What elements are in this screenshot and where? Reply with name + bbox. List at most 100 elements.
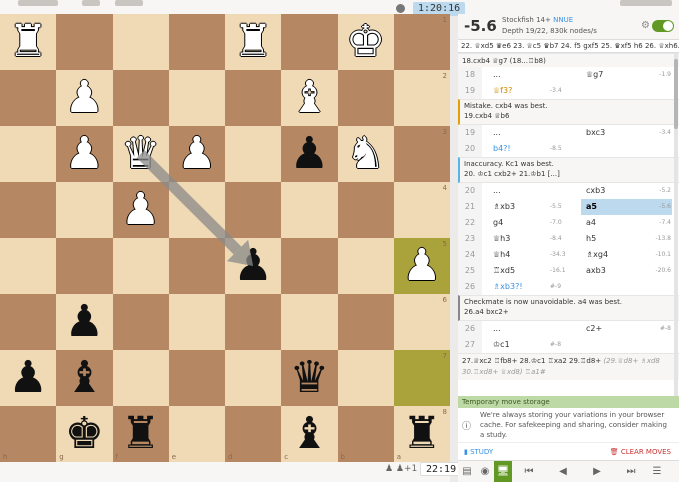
square-a3[interactable]: 3 [393, 126, 450, 182]
square-h8[interactable]: h [0, 406, 57, 462]
black-bishop[interactable]: ♝ [56, 350, 112, 406]
square-a4[interactable]: 4 [393, 182, 450, 238]
square-a1[interactable]: 1 [393, 14, 450, 70]
square-f6[interactable] [112, 294, 169, 350]
square-e5[interactable] [168, 238, 225, 294]
comment-line[interactable]: 19.cxb4 ♕b6 [464, 112, 675, 120]
square-b8[interactable]: b [337, 406, 394, 462]
white-move[interactable]: ♖xd5 [493, 263, 515, 279]
white-move[interactable]: ... [493, 67, 501, 83]
square-h5[interactable] [0, 238, 57, 294]
white-pawn[interactable]: ♟ [169, 126, 225, 182]
square-h2[interactable] [0, 70, 57, 126]
white-king[interactable]: ♚ [338, 14, 394, 70]
white-move[interactable]: ... [493, 125, 501, 141]
square-b2[interactable] [337, 70, 394, 126]
square-h4[interactable] [0, 182, 57, 238]
square-e7[interactable] [168, 350, 225, 406]
gear-icon[interactable]: ⚙ [641, 20, 650, 31]
black-king[interactable]: ♚ [56, 406, 112, 462]
black-queen[interactable]: ♛ [281, 350, 337, 406]
square-d4[interactable] [225, 182, 282, 238]
square-g4[interactable] [56, 182, 113, 238]
clear-moves-button[interactable]: 🗑 CLEAR MOVES [610, 443, 671, 461]
black-pawn[interactable]: ♟ [0, 350, 56, 406]
black-move[interactable]: c2+ [586, 321, 602, 337]
square-f5[interactable] [112, 238, 169, 294]
square-f1[interactable] [112, 14, 169, 70]
black-move[interactable]: ♕g7 [586, 67, 603, 83]
square-e2[interactable] [168, 70, 225, 126]
white-move[interactable]: ♕f3? [493, 83, 512, 99]
end-variation[interactable]: 27.♕xc2 ♖fb8+ 28.♔c1 ♖xa2 29.♖d8+ (29.♕d… [458, 353, 679, 380]
white-rook[interactable]: ♜ [0, 14, 56, 70]
square-b5[interactable] [337, 238, 394, 294]
square-g5[interactable] [56, 238, 113, 294]
computer-icon[interactable]: 🖥 [494, 460, 512, 482]
white-move[interactable]: ♕h3 [493, 231, 510, 247]
square-c5[interactable] [281, 238, 338, 294]
black-bishop[interactable]: ♝ [281, 406, 337, 462]
hamburger-icon[interactable]: ☰ [648, 461, 666, 482]
black-move[interactable]: h5 [586, 231, 596, 247]
black-move[interactable]: a4 [586, 215, 596, 231]
square-f2[interactable] [112, 70, 169, 126]
square-b7[interactable] [337, 350, 394, 406]
next-move-icon[interactable]: ▶ [580, 461, 614, 482]
white-move[interactable]: b4?! [493, 141, 511, 157]
square-c4[interactable] [281, 182, 338, 238]
black-move[interactable]: ♗xg4 [586, 247, 608, 263]
black-pawn[interactable]: ♟ [281, 126, 337, 182]
white-move[interactable]: ♗xb3?! [493, 279, 523, 295]
black-rook[interactable]: ♜ [394, 406, 450, 462]
black-move[interactable]: axb3 [586, 263, 606, 279]
white-rook[interactable]: ♜ [225, 14, 281, 70]
white-move[interactable]: g4 [493, 215, 503, 231]
square-g1[interactable] [56, 14, 113, 70]
square-e1[interactable] [168, 14, 225, 70]
square-d8[interactable]: d [225, 406, 282, 462]
study-button[interactable]: ▮ STUDY [464, 443, 493, 461]
last-move-icon[interactable]: ⏭ [614, 461, 648, 482]
comment-line[interactable]: 20. ♔c1 cxb2+ 21.♔b1 [...] [464, 170, 675, 178]
square-h3[interactable] [0, 126, 57, 182]
square-b4[interactable] [337, 182, 394, 238]
square-h6[interactable] [0, 294, 57, 350]
scrollbar-thumb[interactable] [674, 59, 678, 129]
chess-board[interactable]: 1 2 3 4 5 6 7 h g f e d c b 8 a ♜ ♜ ♚ ♟ ♝ ♟ ♛ ♟ ♞ ♟ ♟ ♟ ♟ ♟ ♟ ♝ ♛ ♚ ♜ ♝ ♜ [0, 14, 450, 462]
menu-book-icon[interactable]: ▤ [458, 461, 476, 482]
black-move[interactable]: cxb3 [586, 183, 605, 199]
square-e8[interactable]: e [168, 406, 225, 462]
square-a6[interactable]: 6 [393, 294, 450, 350]
square-a2[interactable]: 2 [393, 70, 450, 126]
square-e4[interactable] [168, 182, 225, 238]
square-a7[interactable]: 7 [393, 350, 450, 406]
white-pawn[interactable]: ♟ [394, 238, 450, 294]
black-rook[interactable]: ♜ [113, 406, 169, 462]
white-pawn[interactable]: ♟ [113, 182, 169, 238]
comment-line[interactable]: 26.a4 bxc2+ [464, 308, 675, 316]
square-d7[interactable] [225, 350, 282, 406]
black-pawn[interactable]: ♟ [225, 238, 281, 294]
black-move[interactable]: bxc3 [586, 125, 605, 141]
first-move-icon[interactable]: ⏮ [512, 461, 546, 482]
square-d6[interactable] [225, 294, 282, 350]
white-move[interactable]: ♕h4 [493, 247, 510, 263]
white-move[interactable]: ♔c1 [493, 337, 510, 353]
square-f7[interactable] [112, 350, 169, 406]
move-list-scrollbar[interactable] [674, 53, 678, 396]
black-move[interactable]: a5 [586, 199, 597, 215]
white-bishop[interactable]: ♝ [281, 70, 337, 126]
white-queen[interactable]: ♛ [113, 126, 169, 182]
square-b6[interactable] [337, 294, 394, 350]
engine-toggle[interactable] [652, 20, 674, 32]
square-c6[interactable] [281, 294, 338, 350]
white-move[interactable]: ... [493, 183, 501, 199]
prev-move-icon[interactable]: ◀ [546, 461, 580, 482]
square-e6[interactable] [168, 294, 225, 350]
white-move[interactable]: ♗xb3 [493, 199, 515, 215]
variation-line[interactable]: 18.cxb4 ♕g7 (18...♖b8) [458, 53, 679, 67]
black-pawn[interactable]: ♟ [56, 294, 112, 350]
principal-variation[interactable]: 22. ♕xd5 ♛e6 23. ♕c5 ♛b7 24. f5 gxf5 25.… [458, 40, 679, 53]
target-icon[interactable]: ◉ [476, 461, 494, 482]
